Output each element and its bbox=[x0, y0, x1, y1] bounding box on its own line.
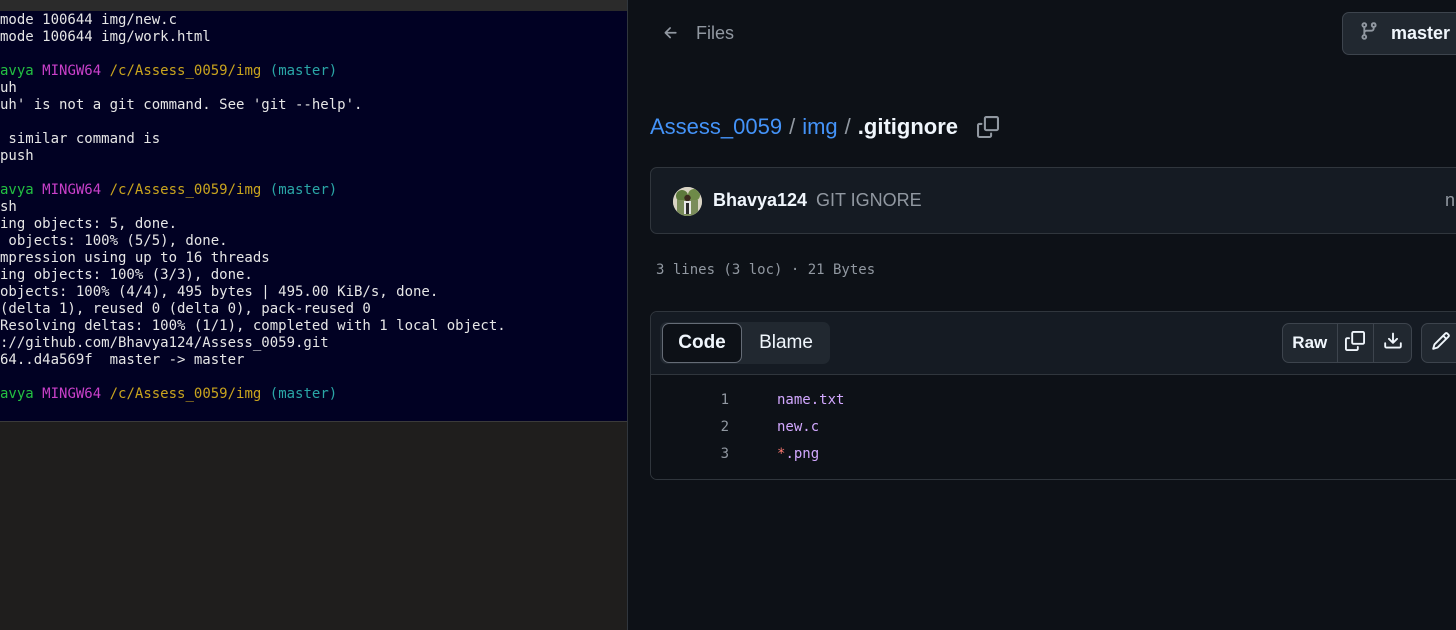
line-number[interactable]: 3 bbox=[671, 441, 729, 468]
commit-message[interactable]: GIT IGNORE bbox=[816, 190, 922, 211]
terminal-output-line: mode 100644 img/new.c bbox=[0, 12, 178, 28]
commit-meta: n bbox=[1445, 190, 1456, 210]
breadcrumb-repo-link[interactable]: Assess_0059 bbox=[650, 114, 782, 140]
terminal-output-line: similar command is bbox=[0, 131, 161, 147]
glob-suffix: .png bbox=[785, 446, 820, 462]
github-file-view: Files master Assess_0059 / img / .gitign… bbox=[627, 0, 1456, 630]
terminal-output-line: 64..d4a569f master -> master bbox=[0, 352, 245, 368]
code-line: 2 new.c bbox=[651, 414, 1456, 441]
copy-icon[interactable] bbox=[976, 115, 1000, 139]
prompt-branch: (master) bbox=[269, 386, 338, 402]
edit-actions-group bbox=[1421, 323, 1456, 363]
files-label: Files bbox=[696, 22, 735, 43]
terminal-output-line: objects: 100% (5/5), done. bbox=[0, 233, 228, 249]
breadcrumb-folder-link[interactable]: img bbox=[802, 114, 837, 140]
terminal-output-line: mode 100644 img/work.html bbox=[0, 29, 211, 45]
line-content: name.txt bbox=[777, 392, 845, 408]
prompt-host: MINGW64 bbox=[42, 182, 102, 198]
code-body: 1 name.txt 2 new.c 3 *.png bbox=[651, 376, 1456, 479]
terminal-prompt-line: avya MINGW64 /c/Assess_0059/img (master) bbox=[0, 386, 337, 403]
terminal-prompt-line: avya MINGW64 /c/Assess_0059/img (master) bbox=[0, 63, 337, 80]
tab-code[interactable]: Code bbox=[662, 323, 742, 363]
branch-label: master bbox=[1391, 23, 1451, 43]
copy-raw-button[interactable] bbox=[1338, 324, 1375, 362]
edit-file-button[interactable] bbox=[1422, 324, 1456, 362]
code-line: 1 name.txt bbox=[651, 387, 1456, 414]
line-number[interactable]: 1 bbox=[671, 387, 729, 414]
prompt-host: MINGW64 bbox=[42, 386, 102, 402]
view-switcher: Code Blame bbox=[660, 322, 830, 364]
prompt-host: MINGW64 bbox=[42, 63, 102, 79]
terminal-titlebar[interactable] bbox=[0, 0, 627, 11]
prompt-path: /c/Assess_0059/img bbox=[109, 63, 262, 79]
copy-icon bbox=[1345, 330, 1366, 356]
download-icon bbox=[1383, 331, 1403, 356]
terminal-output-line: uh' is not a git command. See 'git --hel… bbox=[0, 97, 363, 113]
terminal-output-line: (delta 1), reused 0 (delta 0), pack-reus… bbox=[0, 301, 371, 317]
breadcrumb: Assess_0059 / img / .gitignore bbox=[650, 112, 1000, 142]
download-raw-button[interactable] bbox=[1374, 324, 1411, 362]
files-back-link[interactable]: Files bbox=[660, 20, 734, 46]
breadcrumb-separator: / bbox=[789, 114, 796, 139]
terminal-output-line: ://github.com/Bhavya124/Assess_0059.git bbox=[0, 335, 329, 351]
file-stats: 3 lines (3 loc) · 21 Bytes bbox=[656, 262, 876, 278]
file-viewer: Code Blame Raw 1 name.txt 2 new.c 3 *.pn… bbox=[650, 311, 1456, 480]
terminal-output-line: uh bbox=[0, 80, 17, 96]
breadcrumb-current-file: .gitignore bbox=[857, 114, 959, 139]
raw-button[interactable]: Raw bbox=[1283, 324, 1338, 362]
terminal-prompt-line: avya MINGW64 /c/Assess_0059/img (master) bbox=[0, 182, 337, 199]
terminal-output-line: sh bbox=[0, 199, 17, 215]
code-line: 3 *.png bbox=[651, 441, 1456, 468]
prompt-branch: (master) bbox=[269, 63, 338, 79]
prompt-path: /c/Assess_0059/img bbox=[109, 386, 262, 402]
terminal-output-line: objects: 100% (4/4), 495 bytes | 495.00 … bbox=[0, 284, 439, 300]
breadcrumb-separator: / bbox=[844, 114, 851, 139]
terminal-output-line: push bbox=[0, 148, 34, 164]
terminal-screen[interactable]: mode 100644 img/new.c mode 100644 img/wor… bbox=[0, 11, 627, 422]
tab-blame[interactable]: Blame bbox=[744, 323, 828, 363]
arrow-left-icon bbox=[660, 22, 682, 44]
terminal-output-line: ing objects: 100% (3/3), done. bbox=[0, 267, 253, 283]
avatar[interactable] bbox=[673, 187, 702, 216]
file-header: Code Blame Raw bbox=[651, 312, 1456, 375]
terminal-output-line: Resolving deltas: 100% (1/1), completed … bbox=[0, 318, 506, 334]
line-content: new.c bbox=[777, 419, 820, 435]
prompt-branch: (master) bbox=[269, 182, 338, 198]
terminal-output-line: mpression using up to 16 threads bbox=[0, 250, 270, 266]
git-branch-icon bbox=[1359, 21, 1379, 46]
branch-selector-button[interactable]: master bbox=[1342, 12, 1456, 55]
prompt-user: avya bbox=[0, 182, 34, 198]
line-content: *.png bbox=[777, 441, 819, 468]
raw-actions-group: Raw bbox=[1282, 323, 1412, 363]
pencil-icon bbox=[1431, 331, 1451, 356]
line-number[interactable]: 2 bbox=[671, 414, 729, 441]
commit-author[interactable]: Bhavya124 bbox=[713, 190, 807, 211]
terminal-output-line: ing objects: 5, done. bbox=[0, 216, 178, 232]
prompt-user: avya bbox=[0, 63, 34, 79]
terminal-window: mode 100644 img/new.c mode 100644 img/wor… bbox=[0, 0, 627, 630]
prompt-path: /c/Assess_0059/img bbox=[109, 182, 262, 198]
prompt-user: avya bbox=[0, 386, 34, 402]
latest-commit-box: Bhavya124 GIT IGNORE n bbox=[650, 167, 1456, 234]
